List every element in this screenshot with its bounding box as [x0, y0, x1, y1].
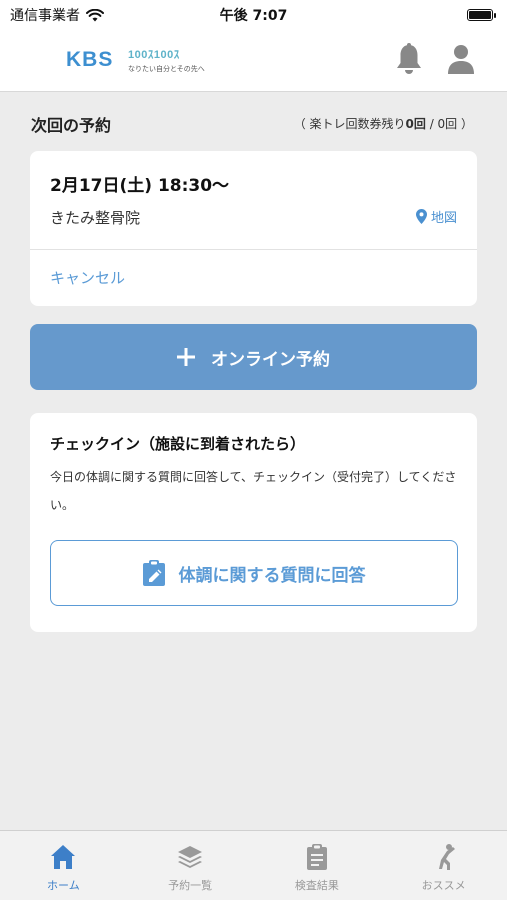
checkin-title: チェックイン（施設に到着されたら） [50, 435, 306, 453]
battery-icon [467, 9, 496, 21]
wifi-icon [86, 8, 104, 21]
ticket-info-prefix: （ 楽トレ回数券残り [293, 117, 406, 131]
ticket-remaining-info: （ 楽トレ回数券残り0回 / 0回 ） [294, 115, 473, 132]
tab-reservations[interactable]: 予約一覧 [127, 831, 254, 900]
cancel-button[interactable]: キャンセル [50, 267, 125, 288]
map-link-label: 地図 [430, 211, 457, 226]
tab-bar: ホーム 予約一覧 検査結果 おススメ [0, 830, 507, 900]
clipboard-edit-icon [142, 560, 165, 586]
map-link[interactable]: 地図 [415, 207, 457, 226]
health-questionnaire-label: 体調に関する質問に回答 [178, 565, 366, 586]
ticket-info-suffix: / 0回 ） [425, 117, 473, 131]
status-left: 通信事業者 [10, 5, 104, 25]
tab-test-results[interactable]: 検査結果 [254, 831, 381, 900]
next-reservation-title: 次回の予約 [31, 116, 112, 135]
ticket-remaining-count: 0回 [405, 117, 426, 131]
home-icon [51, 845, 76, 869]
health-questionnaire-button[interactable]: 体調に関する質問に回答 [50, 540, 458, 606]
person-stretch-icon [438, 844, 455, 870]
logo-tagline: 100ｽ100ｽ なりたい自分とその先へ [128, 46, 218, 74]
tab-recommended-label: おススメ [421, 879, 466, 892]
reservation-date: 2月17日(土) 18:30〜 [50, 176, 230, 196]
status-bar: 通信事業者 午後 7:07 [0, 0, 507, 30]
logo-tagline-bottom: なりたい自分とその先へ [128, 65, 205, 73]
clipboard-list-icon [306, 844, 327, 870]
bell-icon[interactable] [394, 42, 424, 76]
tab-reservations-label: 予約一覧 [168, 879, 213, 892]
tab-home[interactable]: ホーム [0, 831, 127, 900]
card-divider [30, 249, 477, 250]
tab-home-label: ホーム [47, 879, 80, 892]
reservation-card: 2月17日(土) 18:30〜 きたみ整骨院 地図 キャンセル [30, 151, 477, 306]
logo-kbs: KBS [66, 48, 114, 71]
logo-tagline-top: 100ｽ100ｽ [128, 49, 180, 61]
online-reservation-button[interactable]: オンライン予約 [30, 324, 477, 390]
layers-icon [178, 846, 203, 868]
checkin-card: チェックイン（施設に到着されたら） 今日の体調に関する質問に回答して、チェックイ… [30, 413, 477, 632]
app-header: KBS 100ｽ100ｽ なりたい自分とその先へ [0, 30, 507, 92]
tab-recommended[interactable]: おススメ [380, 831, 507, 900]
map-pin-icon [415, 209, 427, 224]
online-reservation-label: オンライン予約 [211, 349, 330, 370]
checkin-description: 今日の体調に関する質問に回答して、チェックイン（受付完了）してください。 [50, 470, 457, 512]
plus-icon [177, 348, 195, 366]
user-icon[interactable] [446, 42, 476, 76]
reservation-place: きたみ整骨院 [50, 209, 141, 227]
carrier-label: 通信事業者 [10, 8, 80, 24]
tab-test-results-label: 検査結果 [294, 879, 339, 892]
